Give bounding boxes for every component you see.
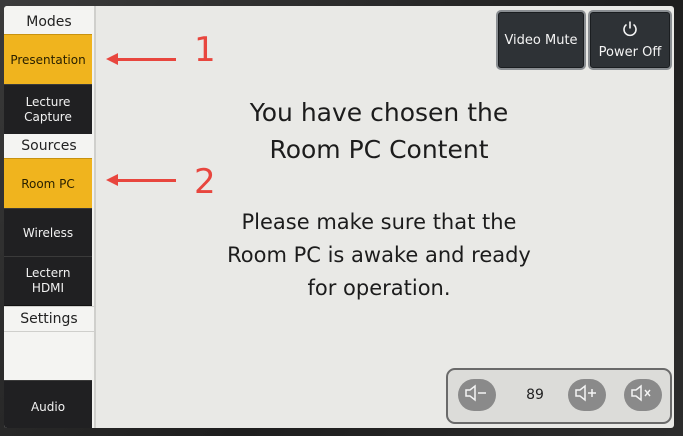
room-pc-label: Room PC — [21, 176, 75, 191]
touch-panel-screen: Modes Presentation Lecture Capture Sourc… — [4, 6, 674, 428]
annotation-marker-1: 1 — [194, 30, 216, 70]
lecture-capture-label-line2: Capture — [24, 110, 72, 124]
power-icon — [621, 20, 639, 42]
message-body-line2: Room PC is awake and ready — [227, 243, 531, 267]
audio-label: Audio — [30, 400, 66, 414]
message-title: You have chosen the Room PC Content — [174, 94, 584, 168]
volume-control-bar: 89 — [446, 368, 672, 424]
lecture-capture-mode-button[interactable]: Lecture Capture — [4, 84, 92, 136]
settings-header: Settings — [4, 306, 94, 332]
annotation-arrow-2 — [116, 179, 176, 182]
mute-icon — [629, 383, 657, 407]
message-body-line3: for operation. — [307, 276, 451, 300]
power-off-label: Power Off — [598, 45, 662, 60]
audio-settings-button[interactable]: Audio — [4, 380, 92, 428]
mute-button[interactable] — [624, 379, 662, 411]
message-title-line2: Room PC Content — [269, 135, 489, 164]
lectern-hdmi-source-button[interactable]: Lectern HDMI — [4, 256, 92, 306]
volume-up-icon — [573, 383, 601, 407]
lecture-capture-label-line1: Lecture — [25, 95, 71, 109]
presentation-label: Presentation — [10, 52, 86, 67]
power-off-button[interactable]: Power Off — [588, 10, 672, 70]
sources-header: Sources — [4, 134, 94, 158]
annotation-arrow-1 — [116, 58, 176, 61]
modes-header: Modes — [4, 10, 94, 34]
message-body-line1: Please make sure that the — [241, 210, 517, 234]
settings-blank-slot — [4, 332, 92, 380]
annotation-marker-2: 2 — [194, 162, 216, 202]
annotation-arrowhead-2 — [106, 174, 118, 186]
video-mute-button[interactable]: Video Mute — [496, 10, 586, 70]
wireless-label: Wireless — [22, 225, 74, 240]
annotation-arrowhead-1 — [106, 53, 118, 65]
volume-up-button[interactable] — [568, 379, 606, 411]
message-body: Please make sure that the Room PC is awa… — [174, 206, 584, 305]
volume-down-button[interactable] — [458, 379, 496, 411]
volume-down-icon — [463, 383, 491, 407]
lectern-hdmi-label-line2: HDMI — [31, 281, 65, 295]
lectern-hdmi-label-line1: Lectern — [25, 266, 71, 280]
volume-level-readout: 89 — [526, 387, 544, 403]
presentation-mode-button[interactable]: Presentation — [4, 34, 92, 86]
message-title-line1: You have chosen the — [249, 98, 509, 127]
sidebar: Modes Presentation Lecture Capture Sourc… — [4, 6, 96, 428]
room-pc-source-button[interactable]: Room PC — [4, 158, 92, 210]
wireless-source-button[interactable]: Wireless — [4, 208, 92, 258]
video-mute-label: Video Mute — [504, 32, 578, 48]
